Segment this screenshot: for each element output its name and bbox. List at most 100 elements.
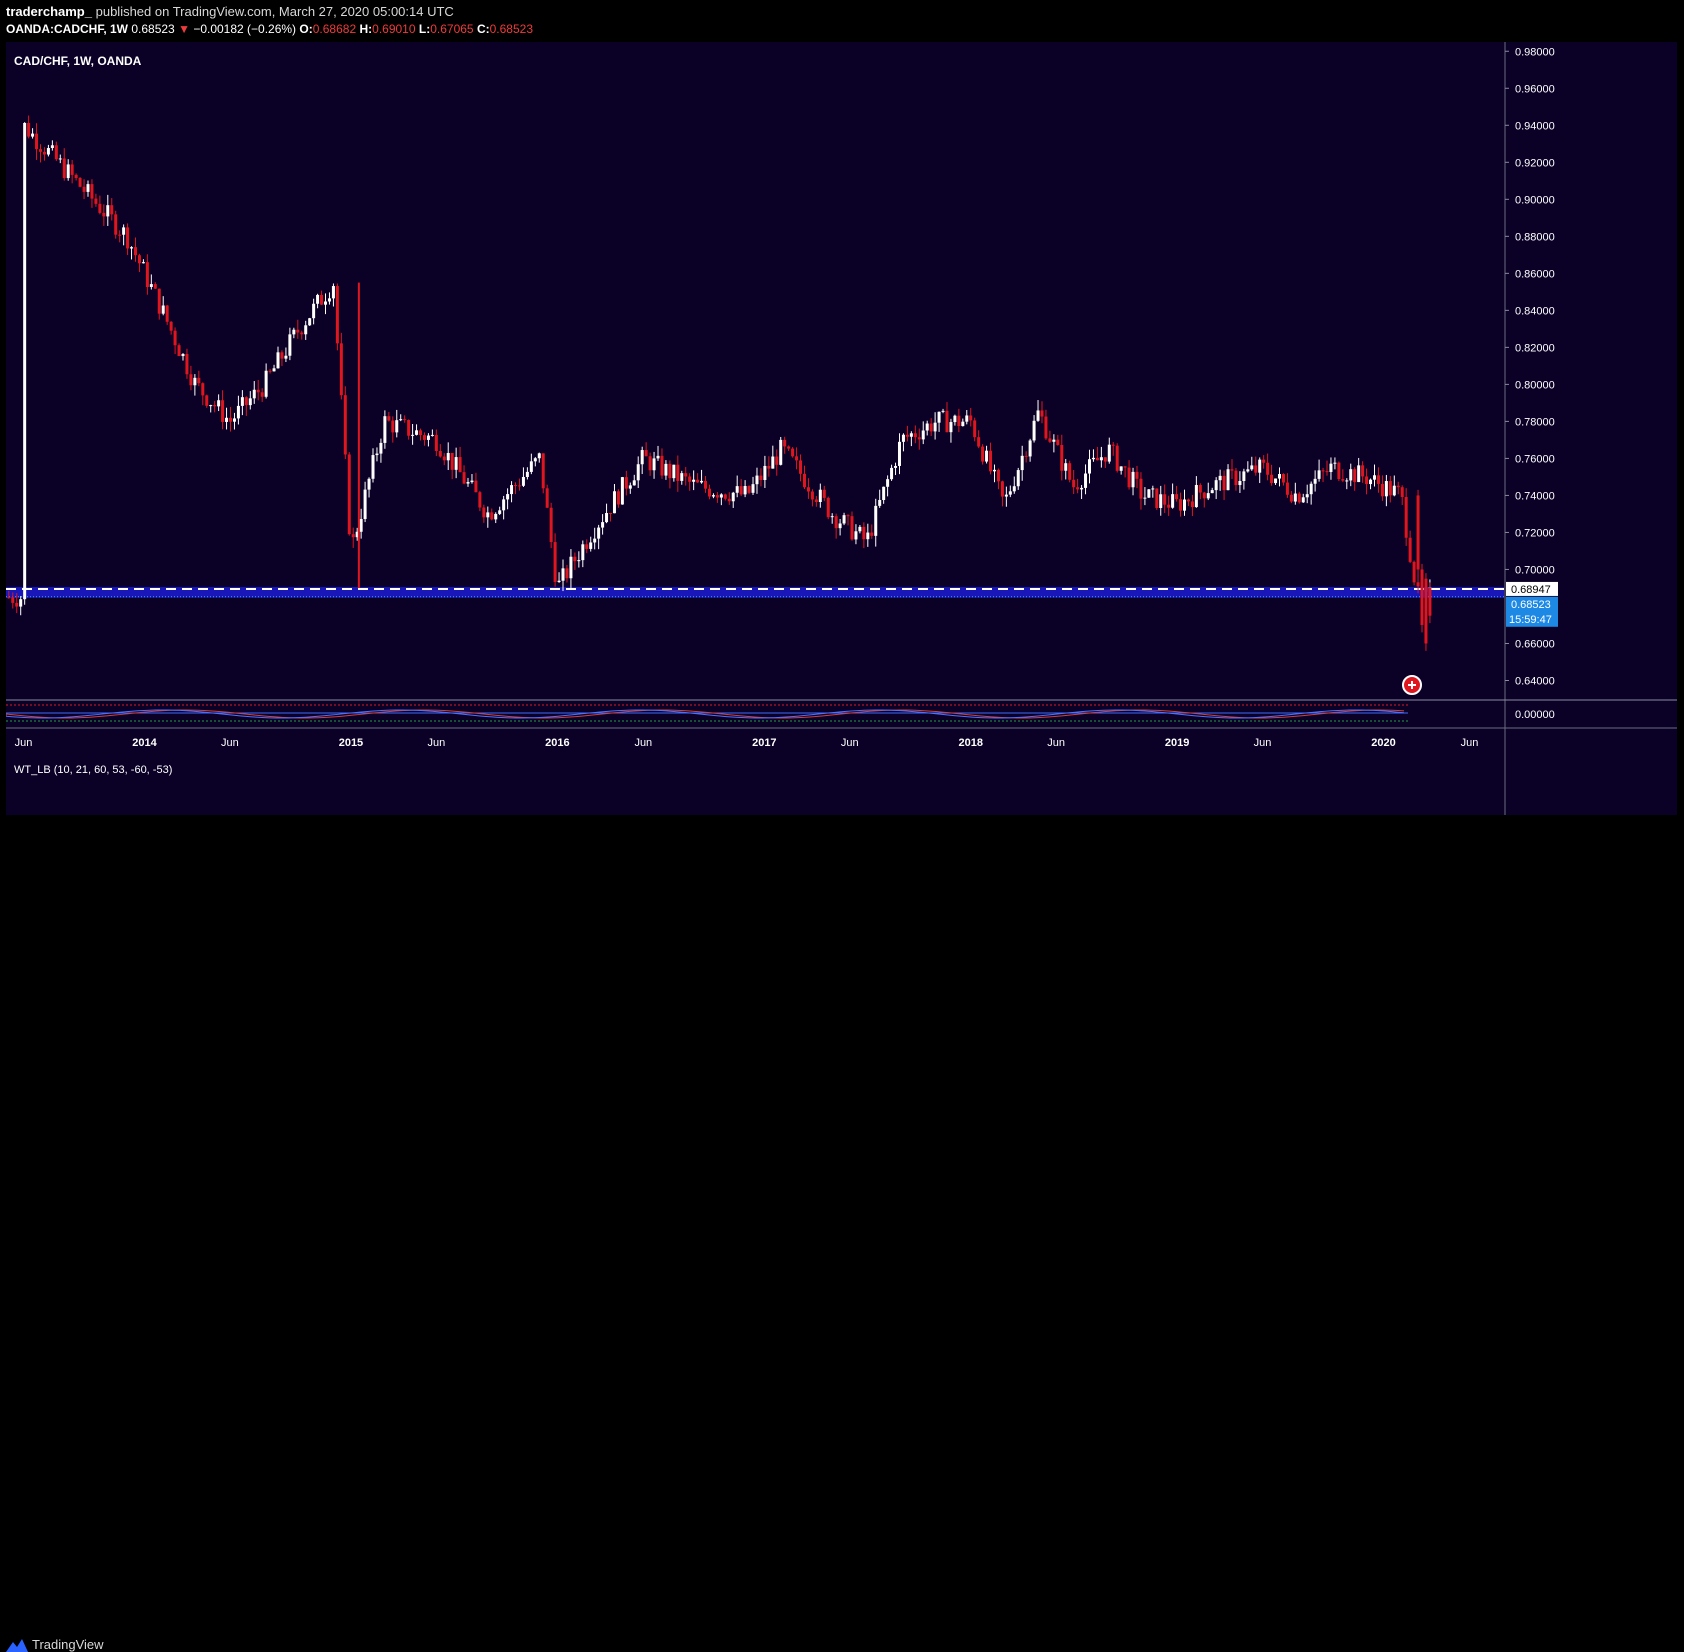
candle-body	[1024, 455, 1028, 457]
candle-body	[280, 352, 284, 359]
time-axis-label: Jun	[634, 737, 652, 749]
candle-body	[834, 516, 838, 529]
candle-body	[1016, 470, 1020, 487]
candle-body	[316, 294, 320, 304]
time-axis-label: Jun	[1254, 737, 1272, 749]
candle-body	[478, 492, 482, 508]
candle-body	[363, 489, 367, 519]
candle-body	[510, 485, 514, 495]
candle-body	[1289, 494, 1293, 502]
time-axis-label: 2018	[958, 737, 982, 749]
candle-body	[1400, 487, 1404, 498]
candle-body	[66, 164, 70, 179]
candle-body	[996, 469, 1000, 482]
candle-body	[201, 383, 205, 396]
candle-body	[502, 499, 506, 511]
candle-body	[331, 286, 335, 299]
candle-body	[806, 487, 810, 492]
candle-body	[1151, 488, 1155, 490]
candle-body	[814, 499, 818, 502]
candle-body	[985, 450, 989, 462]
brand-name: TradingView	[32, 1637, 104, 1652]
candle-body	[842, 515, 846, 524]
open-label: O:	[299, 22, 313, 36]
candle-body	[193, 377, 197, 386]
indicator-label[interactable]: WT_LB (10, 21, 60, 53, -60, -53)	[14, 764, 172, 776]
low-label: L:	[418, 22, 431, 36]
candle-body	[466, 482, 470, 484]
candle-body	[1091, 457, 1095, 460]
candle-body	[221, 400, 225, 422]
candle-body	[1412, 561, 1416, 583]
candle-body	[850, 516, 854, 540]
candle-body	[288, 334, 292, 356]
author-name[interactable]: traderchamp_	[6, 4, 92, 19]
candle-body	[878, 500, 882, 506]
candle-body	[743, 486, 747, 495]
candle-body	[545, 488, 549, 508]
candle-body	[1420, 569, 1424, 625]
candle-body	[1222, 475, 1226, 491]
candle-body	[1131, 471, 1135, 488]
tradingview-logo[interactable]: TradingView	[6, 1637, 104, 1652]
candle-body	[802, 473, 806, 488]
candle-body	[1361, 465, 1365, 477]
candle-body	[236, 405, 240, 419]
tradingview-logo-icon	[6, 1638, 28, 1652]
candle-body	[1313, 478, 1317, 484]
candle-body	[15, 602, 19, 607]
time-axis-label: Jun	[1047, 737, 1065, 749]
candle-body	[640, 450, 644, 465]
price-chart[interactable]: 0.98000 0.96000 0.94000 0.92000 0.90000 0.880…	[6, 42, 1677, 815]
candle-body	[573, 556, 577, 562]
candle-body	[1341, 479, 1345, 481]
candle-body	[628, 485, 632, 489]
candle-body	[874, 505, 878, 536]
price-axis-label: 0.84000	[1515, 305, 1555, 317]
candle-body	[1373, 475, 1377, 480]
candle-body	[58, 158, 62, 160]
candle-body	[905, 434, 909, 437]
candle-body	[1210, 490, 1214, 494]
candle-body	[1274, 478, 1278, 484]
candle-body	[1369, 479, 1373, 485]
candle-body	[561, 568, 565, 581]
candle-body	[430, 434, 434, 436]
candle-body	[949, 422, 953, 433]
candle-body	[1416, 582, 1420, 587]
candle-body	[632, 480, 636, 486]
close-value: 0.68523	[489, 22, 534, 36]
price-change: −0.00182 (−0.26%)	[193, 22, 297, 36]
candle-body	[1297, 493, 1301, 503]
candle-body	[209, 405, 213, 407]
candle-body	[1194, 484, 1198, 508]
candle-body	[822, 489, 826, 498]
candle-body	[225, 417, 229, 422]
high-value: 0.69010	[372, 22, 416, 36]
countdown-timer: 15:59:47	[1509, 614, 1552, 626]
candle-body	[1115, 445, 1119, 471]
candle-body	[82, 186, 86, 192]
candle-body	[577, 560, 581, 562]
candle-body	[1357, 465, 1361, 483]
candle-body	[751, 484, 755, 493]
candle-body	[890, 467, 894, 480]
candle-body	[1155, 488, 1159, 508]
candle-body	[648, 456, 652, 471]
candle-body	[1428, 587, 1432, 616]
candle-body	[810, 491, 814, 500]
candle-body	[1123, 466, 1127, 468]
candle-body	[1353, 469, 1357, 483]
candle-body	[169, 321, 173, 331]
candle-body	[434, 434, 438, 452]
candle-body	[565, 568, 569, 579]
candle-body	[177, 345, 181, 357]
candle-body	[727, 498, 731, 502]
candle-body	[1388, 481, 1392, 496]
candle-body	[54, 145, 58, 160]
candle-body	[589, 542, 593, 549]
candle-body	[605, 513, 609, 523]
candle-body	[343, 395, 347, 455]
candle-body	[62, 158, 66, 179]
candle-body	[981, 446, 985, 462]
